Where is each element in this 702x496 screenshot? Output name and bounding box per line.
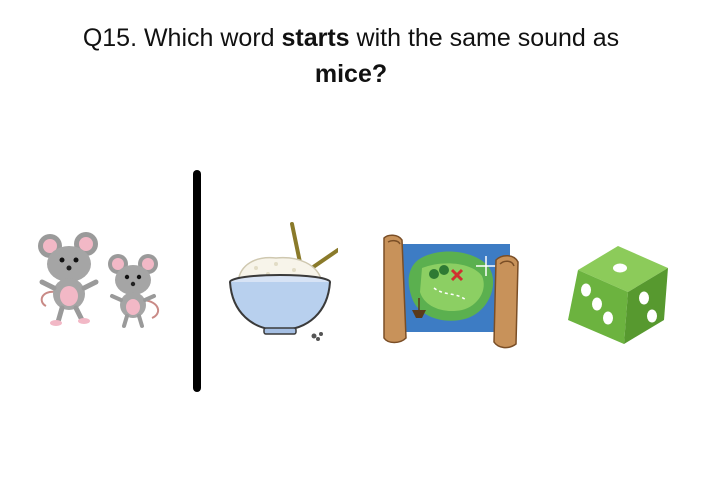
dice-icon[interactable] <box>564 240 672 348</box>
target-word: mice? <box>314 60 388 88</box>
question-middle: with the same sound as <box>349 24 620 52</box>
question-line-1: Q15. Which word starts with the same sou… <box>0 20 702 56</box>
question-prefix: Q15. Which word <box>82 24 282 52</box>
question-line-2: mice? <box>0 56 702 92</box>
question-emphasis: starts <box>281 24 350 52</box>
divider-line <box>193 170 201 392</box>
mice-icon <box>38 232 160 328</box>
rice-bowl-icon[interactable] <box>222 220 338 345</box>
question-text: Q15. Which word starts with the same sou… <box>0 20 702 92</box>
treasure-map-icon[interactable] <box>378 232 524 350</box>
